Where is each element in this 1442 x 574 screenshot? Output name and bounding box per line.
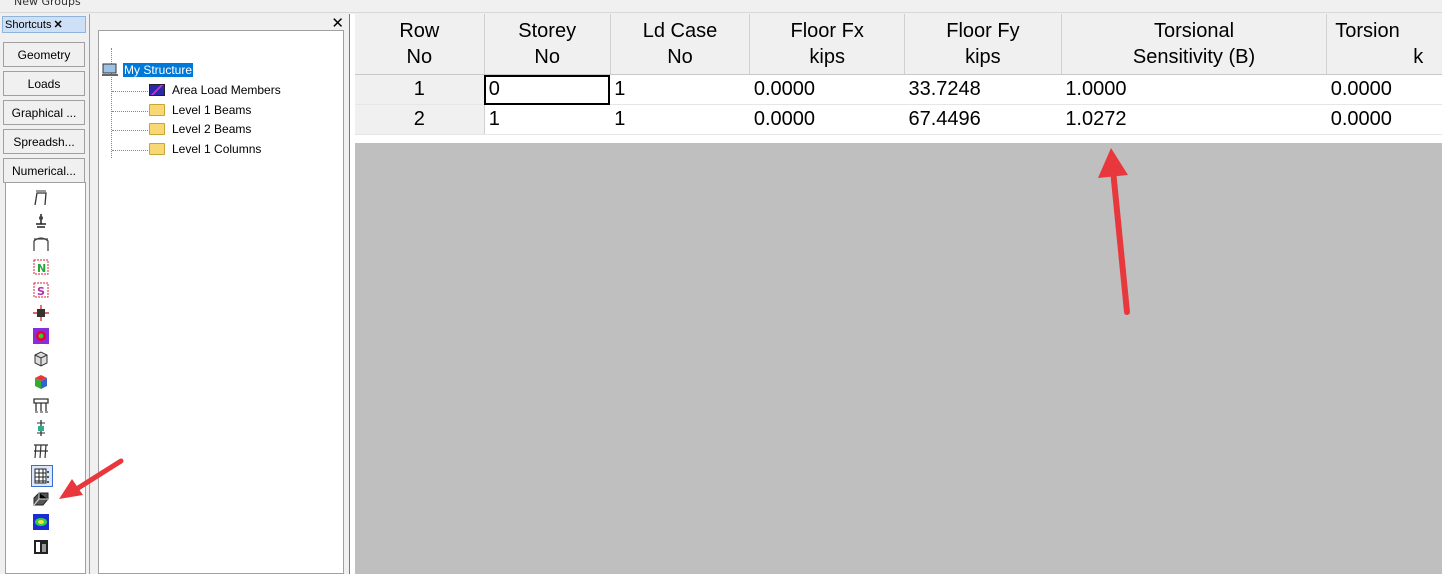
torsional-sensitivity-cell[interactable]: 1.0000 bbox=[1061, 74, 1327, 105]
floor-fx-cell[interactable]: 0.0000 bbox=[749, 74, 905, 105]
frame-table-icon[interactable] bbox=[32, 396, 50, 414]
top-toolbar-strip: New Groups bbox=[0, 0, 1442, 13]
folder-icon bbox=[149, 122, 165, 135]
close-icon[interactable]: ✕ bbox=[53, 18, 62, 31]
section-icon[interactable] bbox=[32, 490, 50, 508]
folder-icon bbox=[149, 103, 165, 116]
tree-root-my-structure[interactable]: My Structure bbox=[101, 61, 194, 78]
geometry-button[interactable]: Geometry bbox=[3, 42, 85, 67]
results-table-pane: Row No Storey No Ld Case No Floor Fx kips Fl… bbox=[349, 14, 1442, 574]
col-header-row-no[interactable]: Row No bbox=[355, 14, 485, 75]
table-row: 2 1 1 0.0000 67.4496 1.0272 0.0000 bbox=[355, 104, 1442, 135]
empty-grid-area bbox=[355, 143, 1442, 574]
contour-icon[interactable] bbox=[32, 327, 50, 345]
node-load-icon[interactable]: N bbox=[32, 258, 50, 276]
svg-text:S: S bbox=[37, 285, 45, 298]
result-contour-icon[interactable] bbox=[32, 513, 50, 531]
torsion-cell[interactable]: 0.0000 bbox=[1326, 104, 1442, 135]
tree-view: My Structure Area Load Members Level 1 B… bbox=[98, 30, 344, 574]
graphical-button[interactable]: Graphical ... bbox=[3, 100, 85, 125]
torsional-sensitivity-table: Row No Storey No Ld Case No Floor Fx kips Fl… bbox=[355, 14, 1442, 135]
tree-item-level-1-columns[interactable]: Level 1 Columns bbox=[149, 140, 262, 157]
shortcuts-title: Shortcuts bbox=[5, 18, 52, 31]
floor-fy-cell[interactable]: 67.4496 bbox=[904, 104, 1062, 135]
new-groups-label[interactable]: New Groups bbox=[14, 0, 81, 8]
ld-case-cell[interactable]: 1 bbox=[610, 104, 750, 135]
computer-icon bbox=[102, 63, 118, 76]
tree-root-label: My Structure bbox=[123, 62, 194, 77]
table-header-row: Row No Storey No Ld Case No Floor Fx kips Fl… bbox=[355, 14, 1442, 75]
ld-case-cell[interactable]: 1 bbox=[610, 74, 750, 105]
report-icon[interactable] bbox=[32, 536, 50, 554]
col-header-storey-no[interactable]: Storey No bbox=[484, 14, 611, 75]
grid-frame-icon[interactable] bbox=[32, 442, 50, 460]
row-number-cell[interactable]: 2 bbox=[355, 104, 485, 135]
col-header-floor-fx[interactable]: Floor Fx kips bbox=[749, 14, 905, 75]
torsional-sensitivity-cell[interactable]: 1.0272 bbox=[1061, 104, 1327, 135]
table-row: 1 0 1 0.0000 33.7248 1.0000 0.0000 bbox=[355, 74, 1442, 105]
floor-fy-cell[interactable]: 33.7248 bbox=[904, 74, 1062, 105]
shortcut-icon-column: N S bbox=[5, 182, 86, 574]
folder-icon bbox=[149, 142, 165, 155]
frame-icon[interactable] bbox=[32, 189, 50, 207]
area-load-icon bbox=[149, 83, 165, 96]
spreadsheet-table-icon[interactable] bbox=[31, 465, 53, 487]
solid-view-icon[interactable] bbox=[32, 373, 50, 391]
tree-item-label: Level 2 Beams bbox=[172, 121, 252, 136]
structure-tree-panel: ✕ My Structure Area Load Members Level 1… bbox=[90, 14, 348, 574]
numerical-button[interactable]: Numerical... bbox=[3, 158, 85, 183]
col-header-torsional-sensitivity[interactable]: Torsional Sensitivity (B) bbox=[1061, 14, 1328, 75]
spreadsheet-button[interactable]: Spreadsh... bbox=[3, 129, 85, 154]
loads-button[interactable]: Loads bbox=[3, 71, 85, 96]
floor-fx-cell[interactable]: 0.0000 bbox=[749, 104, 905, 135]
tree-item-label: Area Load Members bbox=[172, 82, 281, 97]
tree-item-level-2-beams[interactable]: Level 2 Beams bbox=[149, 120, 252, 137]
col-header-ld-case-no[interactable]: Ld Case No bbox=[610, 14, 751, 75]
svg-text:N: N bbox=[37, 262, 46, 275]
member-icon[interactable] bbox=[32, 304, 50, 322]
storey-cell-selected[interactable]: 0 bbox=[484, 74, 611, 105]
row-number-cell[interactable]: 1 bbox=[355, 74, 485, 105]
spring-load-icon[interactable]: S bbox=[32, 281, 50, 299]
isometric-view-icon[interactable] bbox=[32, 350, 50, 368]
tree-item-label: Level 1 Beams bbox=[172, 102, 252, 117]
storey-cell[interactable]: 1 bbox=[484, 104, 611, 135]
support-icon[interactable] bbox=[32, 212, 50, 230]
bar-force-icon[interactable] bbox=[32, 419, 50, 437]
col-header-torsion[interactable]: Torsion k bbox=[1326, 14, 1442, 75]
shortcuts-header: Shortcuts ✕ bbox=[2, 16, 86, 33]
torsion-cell[interactable]: 0.0000 bbox=[1326, 74, 1442, 105]
arch-icon[interactable] bbox=[32, 235, 50, 253]
tree-item-level-1-beams[interactable]: Level 1 Beams bbox=[149, 101, 252, 118]
shortcuts-panel: Shortcuts ✕ Geometry Loads Graphical ...… bbox=[0, 14, 90, 574]
tree-item-area-load-members[interactable]: Area Load Members bbox=[149, 81, 282, 98]
col-header-floor-fy[interactable]: Floor Fy kips bbox=[904, 14, 1062, 75]
tree-item-label: Level 1 Columns bbox=[172, 141, 262, 156]
